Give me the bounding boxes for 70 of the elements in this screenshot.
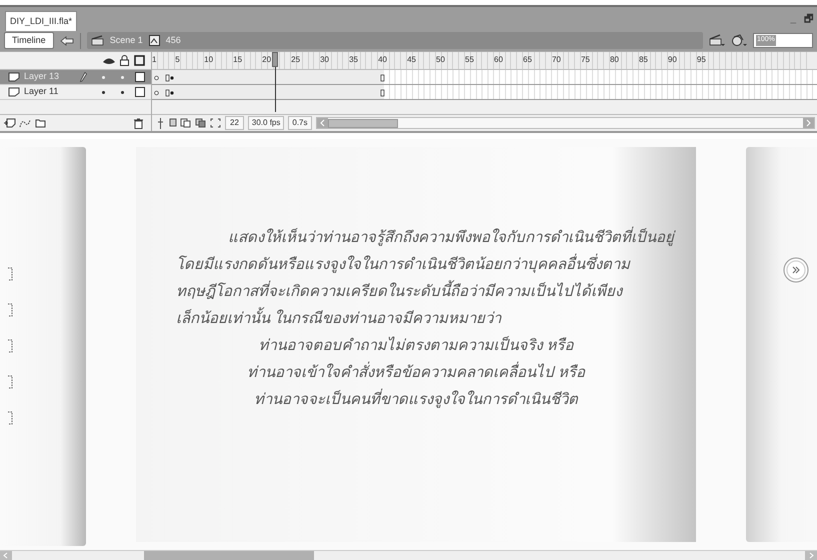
frame-number: 15	[233, 56, 242, 64]
frame-number: 65	[523, 56, 532, 64]
motion-guide-icon[interactable]	[19, 118, 31, 128]
body-text-line: โดยมีแรงกดดันหรือแรงจูงใจในการดำเนินชีวิตน้อยกว่าบุคคลอื่นซึ่งตาม	[136, 256, 630, 274]
onion-markers-icon[interactable]	[210, 118, 221, 128]
eye-icon[interactable]	[103, 56, 115, 64]
bracket-icon	[8, 375, 13, 389]
frame-number: 25	[291, 56, 300, 64]
clapperboard-icon	[90, 35, 104, 46]
frame-number: 95	[696, 56, 706, 64]
frame-number: 45	[407, 56, 416, 64]
onion-skin-icon[interactable]	[169, 118, 191, 128]
scroll-thumb[interactable]	[328, 118, 398, 128]
bracket-icon	[8, 411, 13, 425]
bracket-icon	[8, 267, 13, 281]
body-text-line: แสดงให้เห็นว่าท่านอาจรู้สึกถึงความพึงพอใจกับการดำเนินชีวิตที่เป็นอยู่	[158, 229, 674, 247]
frame-number: 85	[638, 56, 648, 64]
layer-icon	[8, 72, 20, 82]
folder-icon[interactable]	[34, 118, 46, 128]
outline-icon[interactable]	[134, 55, 145, 66]
new-layer-icon[interactable]	[4, 118, 16, 128]
frame-rate-field[interactable]: 30.0 fps	[248, 116, 284, 130]
frame-number: 10	[204, 56, 214, 64]
frame-number: 70	[552, 56, 561, 64]
lock-dot-icon[interactable]	[121, 76, 124, 78]
frame-number: 50	[436, 56, 445, 64]
edit-multiple-frames-icon[interactable]	[195, 118, 206, 128]
playhead-line	[274, 67, 276, 112]
elapsed-time-field[interactable]: 0.7s	[288, 116, 312, 130]
layer-name: Layer 11	[24, 85, 60, 98]
frame-number: 40	[378, 56, 387, 64]
symbol-icon	[148, 35, 160, 46]
frame-number: 75	[580, 56, 590, 64]
stage-scrollbar[interactable]	[0, 550, 817, 560]
body-text-line: ท่านอาจตอบคำถามไม่ตรงตามความเป็นจริง หรือ	[258, 337, 574, 355]
back-arrow-icon[interactable]	[60, 36, 74, 46]
frame-number: 30	[320, 56, 330, 64]
layer-icon	[8, 87, 20, 97]
bracket-icon	[8, 303, 13, 317]
visibility-dot-icon[interactable]	[102, 76, 105, 78]
restore-button[interactable]: 🗗	[804, 12, 813, 26]
lock-icon[interactable]	[120, 55, 129, 66]
bracket-icon	[8, 339, 13, 353]
body-text-line: ท่านอาจจะเป็นคนที่ขาดแรงจูงใจในการดำเนินชีวิต	[254, 391, 578, 409]
frame-number: 5	[175, 56, 180, 64]
frame-number: 60	[494, 56, 503, 64]
frame-number: 55	[465, 56, 474, 64]
minimize-button[interactable]: _	[790, 12, 796, 26]
timeline-scrollbar[interactable]	[316, 117, 815, 129]
frame-ruler[interactable]: 1 5 10 15 20 25 30 35 40 45 50 55 60 65 70 75 80 85 90 95	[152, 52, 817, 70]
center-frame-icon[interactable]	[156, 118, 165, 128]
symbol-dropdown-icon[interactable]	[731, 34, 747, 47]
frame-number: 80	[610, 56, 619, 64]
current-frame-field[interactable]: 22	[225, 116, 244, 130]
layer-name: Layer 13	[24, 70, 60, 84]
layer-row[interactable]: Layer 11	[0, 85, 151, 100]
body-text-line: ท่านอาจเข้าใจคำสั่งหรือข้อความคลาดเคลื่อนไป หรือ	[246, 364, 586, 382]
outline-square-icon[interactable]	[135, 72, 145, 82]
lock-dot-icon[interactable]	[121, 90, 124, 94]
frame-number: 90	[668, 56, 677, 64]
frame-number: 35	[349, 56, 358, 64]
trash-icon[interactable]	[134, 118, 143, 128]
outline-square-icon[interactable]	[135, 87, 145, 97]
clapperboard-dropdown-icon[interactable]	[709, 34, 725, 47]
frame-number: 1	[152, 56, 156, 64]
timeline-button[interactable]: Timeline	[4, 32, 54, 49]
frame-number: 20	[262, 56, 272, 64]
document-tab[interactable]: DIY_LDI_III.fla*	[5, 11, 78, 31]
scroll-thumb[interactable]	[144, 551, 314, 560]
visibility-dot-icon[interactable]	[102, 90, 105, 94]
